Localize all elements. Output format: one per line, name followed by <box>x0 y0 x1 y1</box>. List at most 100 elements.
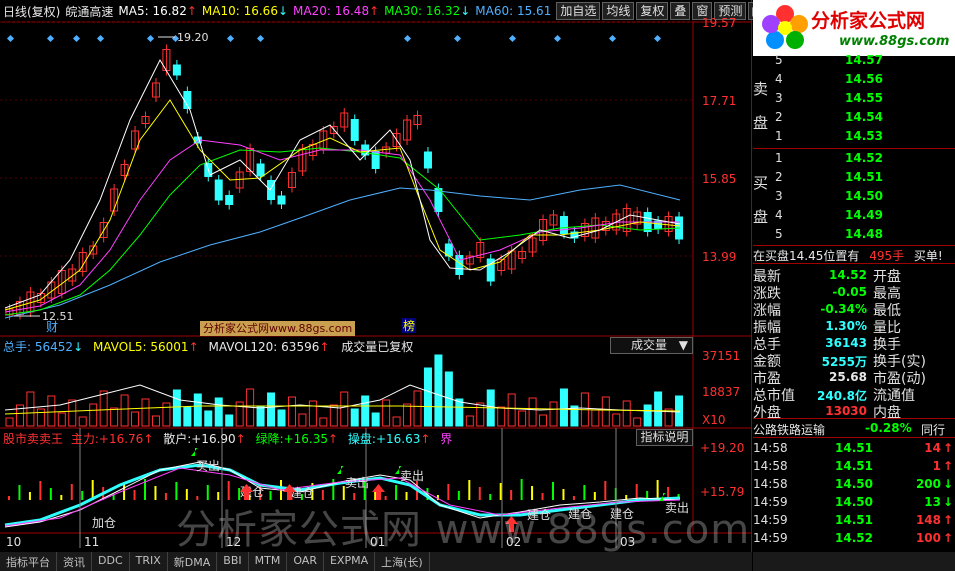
stat-value: 1.30% <box>825 319 867 333</box>
tick-price: 14.51 <box>835 513 873 527</box>
volume-bar <box>455 398 464 427</box>
volume-bar <box>413 390 422 427</box>
volume-bar <box>539 414 548 427</box>
volume-bar <box>277 409 286 427</box>
logo-url: www.88gs.com <box>839 34 950 49</box>
watermark-small: 分析家公式网www.88gs.com <box>200 321 356 336</box>
volume-tick: 37151 <box>702 349 740 363</box>
tab-item[interactable]: TRIX <box>130 552 168 571</box>
tick-row: 14:59 14.51 148 ↑ <box>753 513 955 530</box>
bottom-tab-bar: 指标平台 资讯 DDC TRIX 新DMA BBI MTM OAR EXPMA … <box>0 552 752 571</box>
divider <box>753 263 955 264</box>
volume-bar <box>465 415 474 427</box>
buy-level-4: 4 14.49 <box>775 208 883 222</box>
tick-row: 14:58 14.50 200 ↓ <box>753 477 955 494</box>
volume-bar <box>141 398 150 427</box>
tick-direction-icon: ↓ <box>943 477 954 491</box>
volume-bar <box>256 405 265 427</box>
stat-value: 36143 <box>825 336 867 350</box>
signal-label: 加仓 <box>92 516 116 530</box>
volume-bar <box>36 408 45 427</box>
tab-item[interactable]: 指标平台 <box>0 552 57 571</box>
tab-item[interactable]: BBI <box>217 552 249 571</box>
volume-dropdown[interactable]: 成交量 ▼ <box>610 337 693 354</box>
tick-volume: 200 <box>915 477 941 491</box>
volume-bar <box>319 417 328 427</box>
sell-level-5: 5 14.57 <box>775 53 883 67</box>
volume-bar <box>26 391 35 427</box>
tick-time: 14:59 <box>753 495 788 509</box>
tick-price: 14.50 <box>835 477 873 491</box>
price-tick: 17.71 <box>702 94 736 108</box>
tab-item[interactable]: 上海(长) <box>375 552 430 571</box>
indicator-header: 股市卖卖王 主力:+16.76↑ 散户:+16.90↑ 绿降:+16.35↑ 操… <box>3 432 453 446</box>
stat-row: 外盘 13030 内盘 <box>753 402 955 421</box>
tab-item[interactable]: MTM <box>249 552 288 571</box>
volume-bar <box>47 395 56 427</box>
divider <box>753 148 955 149</box>
volume-bar <box>361 395 370 427</box>
volume-bar <box>612 413 621 427</box>
volume-bar <box>591 409 600 427</box>
tick-time: 14:58 <box>753 441 788 455</box>
volume-bar <box>622 400 631 427</box>
chevron-down-icon: ▼ <box>678 338 688 352</box>
tab-item[interactable]: 资讯 <box>57 552 92 571</box>
stat-value: 14.52 <box>829 268 867 282</box>
stat-label: 外盘 <box>753 405 781 421</box>
tick-price: 14.51 <box>835 459 873 473</box>
tab-item[interactable]: OAR <box>287 552 324 571</box>
volume-bar <box>120 394 129 427</box>
tick-direction-icon: ↑ <box>943 441 954 455</box>
tick-price: 14.52 <box>835 531 873 545</box>
indicator-axis: +19.20 +15.79 <box>700 441 744 499</box>
tick-volume: 100 <box>915 531 941 545</box>
volume-tick: X10 <box>702 413 726 427</box>
date-tick: 11 <box>84 535 99 549</box>
stat-value: -0.34% <box>820 302 867 316</box>
side-bottom-bar <box>753 552 955 571</box>
quote-side-panel: 分析家公式网 www.88gs.com 卖盘 5 14.57 4 14.56 3 14… <box>753 0 955 571</box>
volume-bar <box>434 354 443 427</box>
tick-row: 14:59 14.50 13 ↓ <box>753 495 955 512</box>
divider <box>753 418 955 419</box>
sector-row[interactable]: 公路铁路运输 -0.28% 同行 <box>753 421 955 438</box>
sell-level-2: 2 14.54 <box>775 110 883 124</box>
volume-bar <box>518 410 527 427</box>
volume-bar <box>78 416 87 427</box>
sell-level-3: 3 14.55 <box>775 91 883 105</box>
indicator-help-button[interactable]: 指标说明 <box>636 429 693 446</box>
sell-level-1: 1 14.53 <box>775 129 883 143</box>
stat-row: 涨幅 -0.34% 最低 <box>753 300 955 319</box>
volume-bars <box>5 354 684 427</box>
price-tick: 13.99 <box>702 250 736 264</box>
signal-label: 卖出 <box>400 469 424 483</box>
divider <box>753 245 955 246</box>
volume-bar <box>308 400 317 427</box>
tick-price: 14.51 <box>835 441 873 455</box>
mavol5-line <box>4 384 681 413</box>
volume-bar <box>99 390 108 427</box>
cai-tag: 财 <box>46 320 58 334</box>
tab-item[interactable]: 新DMA <box>168 552 218 571</box>
tick-time: 14:58 <box>753 459 788 473</box>
buy-level-1: 1 14.52 <box>775 151 883 165</box>
volume-bar <box>287 396 296 427</box>
bang-tag: 榜 <box>403 318 415 333</box>
volume-bar <box>549 401 558 427</box>
volume-bar <box>528 397 537 427</box>
volume-bar <box>193 393 202 427</box>
volume-bar <box>89 403 98 427</box>
logo-brand: 分析家公式网 <box>811 10 926 32</box>
volume-tick: 18837 <box>702 385 740 399</box>
buy-level-2: 2 14.51 <box>775 170 883 184</box>
ma30-line <box>4 147 681 316</box>
volume-bar <box>633 417 642 427</box>
chart-area[interactable]: 日线(复权) 皖通高速 MA5: 16.82↑ MA10: 16.66↓ MA2… <box>0 0 779 571</box>
volume-bar <box>601 396 610 427</box>
stat-value: 25.68 <box>829 370 867 384</box>
tab-item[interactable]: EXPMA <box>324 552 376 571</box>
tab-item[interactable]: DDC <box>92 552 130 571</box>
volume-bar <box>172 389 181 427</box>
tick-volume: 14 <box>924 441 941 455</box>
